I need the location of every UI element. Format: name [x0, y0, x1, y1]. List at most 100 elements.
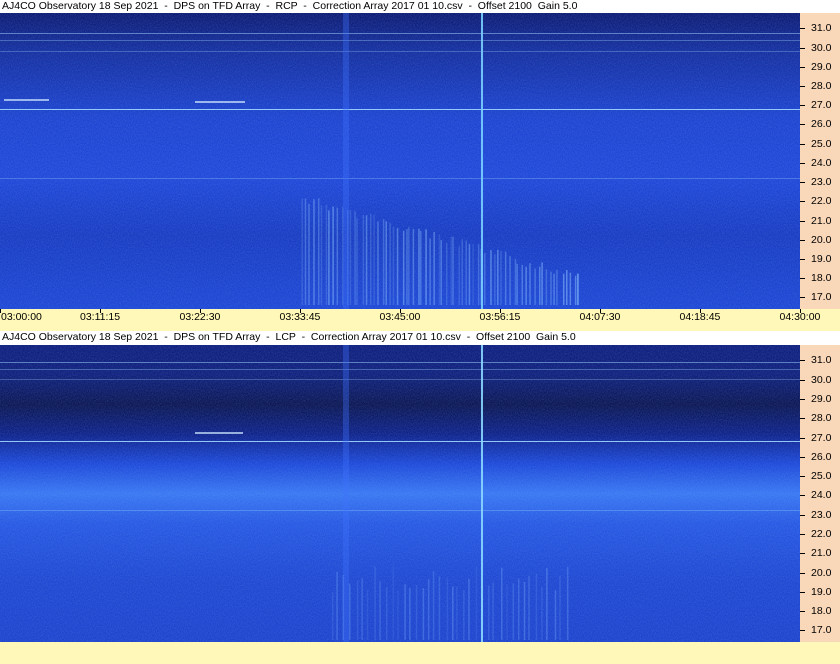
rcp-burst-streak	[369, 213, 372, 305]
lcp-interference-hline	[0, 379, 800, 380]
time-tick-label: 04:30:00	[779, 309, 821, 323]
freq-tick: 29.0	[800, 393, 840, 405]
lcp-burst-streak	[438, 576, 441, 640]
time-tick-mark	[400, 309, 401, 313]
lcp-burst-streak	[506, 583, 508, 640]
lcp-burst-streak	[409, 587, 411, 640]
lcp-burst-streak	[488, 585, 490, 640]
rcp-burst-streak	[408, 227, 410, 305]
freq-tick-label: 31.0	[811, 354, 832, 367]
lcp-spectrogram	[0, 345, 800, 642]
rcp-burst-streak	[433, 231, 435, 305]
freq-tick-label: 20.0	[811, 233, 832, 246]
time-tick-label: 03:33:45	[279, 309, 321, 323]
time-tick-mark	[700, 309, 701, 313]
rcp-burst-streak	[521, 264, 523, 305]
lcp-burst-streak	[546, 568, 548, 640]
lcp-burst-streak	[446, 577, 449, 640]
rcp-burst-streak	[377, 221, 379, 305]
freq-tick: 17.0	[800, 624, 840, 636]
freq-tick: 17.0	[800, 291, 840, 303]
rcp-burst-streak	[304, 198, 307, 305]
rcp-burst-streak	[574, 275, 577, 305]
rcp-burst-streak	[396, 228, 399, 305]
time-tick-mark	[100, 309, 101, 313]
rcp-burst-streak	[566, 270, 568, 305]
rcp-interference-hline	[0, 40, 800, 41]
rcp-burst-streak	[420, 230, 422, 305]
lcp-burst-streak	[554, 590, 557, 640]
freq-tick-label: 23.0	[811, 176, 832, 189]
lcp-burst-streak	[463, 589, 465, 640]
rcp-burst-streak	[425, 229, 427, 305]
rcp-burst-streak	[365, 215, 368, 305]
rcp-burst-streak	[556, 269, 558, 305]
lcp-burst-streak	[415, 585, 418, 640]
freq-tick: 29.0	[800, 61, 840, 73]
rcp-burst-streak	[541, 262, 543, 305]
freq-tick-label: 19.0	[811, 585, 832, 598]
freq-tick: 28.0	[800, 412, 840, 424]
freq-tick-label: 28.0	[811, 80, 832, 93]
lcp-burst-streak	[500, 567, 503, 640]
rcp-burst-streak	[313, 199, 315, 305]
lcp-burst-streak	[528, 576, 530, 640]
freq-tick: 21.0	[800, 547, 840, 559]
freq-tick: 26.0	[800, 451, 840, 463]
rcp-burst-streak	[550, 271, 552, 305]
lcp-noise	[0, 345, 800, 642]
freq-tick-mark	[800, 476, 805, 478]
rcp-burst-streak	[484, 253, 486, 305]
freq-tick: 27.0	[800, 99, 840, 111]
freq-tick: 27.0	[800, 432, 840, 444]
freq-tick-mark	[800, 437, 805, 439]
freq-tick: 22.0	[800, 195, 840, 207]
freq-tick-label: 25.0	[811, 470, 832, 483]
rcp-spectrogram	[0, 13, 800, 309]
lcp-burst-streak	[336, 571, 338, 640]
freq-tick-label: 20.0	[811, 566, 832, 579]
freq-tick: 24.0	[800, 489, 840, 501]
rcp-burst-streak	[450, 236, 452, 305]
rcp-burst-streak	[354, 211, 356, 305]
rcp-interference-dash	[195, 101, 245, 103]
rcp-burst-streak	[317, 198, 320, 305]
freq-tick-mark	[800, 162, 805, 164]
freq-tick-mark	[800, 220, 805, 222]
freq-tick-mark	[800, 201, 805, 203]
freq-tick-mark	[800, 514, 805, 516]
lcp-freq-axis: 31.0 30.0 29.0 28.0 27.0 26.0 25.0 24.0 23.0 22.0…	[800, 345, 840, 642]
rcp-burst-streak	[534, 268, 536, 305]
freq-tick-mark	[800, 47, 805, 49]
freq-tick: 23.0	[800, 509, 840, 521]
freq-tick-mark	[800, 182, 805, 184]
time-tick-mark	[600, 309, 601, 313]
freq-tick: 18.0	[800, 605, 840, 617]
rcp-burst-streak	[362, 214, 365, 305]
freq-tick-label: 21.0	[811, 214, 832, 227]
time-tick-mark	[500, 309, 501, 313]
time-axis: 03:00:00 03:11:15 03:22:30 03:33:45 03:45:00…	[0, 309, 840, 331]
rcp-interference-hline	[0, 109, 800, 110]
lcp-burst-streak	[523, 581, 526, 640]
rcp-interference-hline	[0, 51, 800, 52]
rcp-burst-streak	[328, 210, 330, 305]
freq-tick: 23.0	[800, 176, 840, 188]
freq-tick-label: 28.0	[811, 412, 832, 425]
lcp-burst-streak	[492, 582, 494, 640]
rcp-burst-streak	[429, 238, 431, 305]
rcp-interference-hline	[0, 33, 800, 34]
lcp-title: AJ4CO Observatory 18 Sep 2021 - DPS on T…	[2, 331, 576, 343]
lcp-burst-streak	[452, 586, 454, 640]
freq-tick-mark	[800, 379, 805, 381]
freq-tick-label: 19.0	[811, 253, 832, 266]
rcp-burst-streak	[494, 254, 496, 305]
rcp-interference-band	[343, 13, 349, 309]
time-tick-label: 03:11:15	[80, 309, 121, 323]
lcp-interference-line	[481, 345, 483, 642]
freq-tick-mark	[800, 399, 805, 400]
freq-tick-label: 18.0	[811, 272, 832, 285]
freq-tick-mark	[800, 456, 805, 458]
freq-tick-mark	[800, 630, 805, 632]
rcp-burst-streak	[418, 228, 420, 305]
